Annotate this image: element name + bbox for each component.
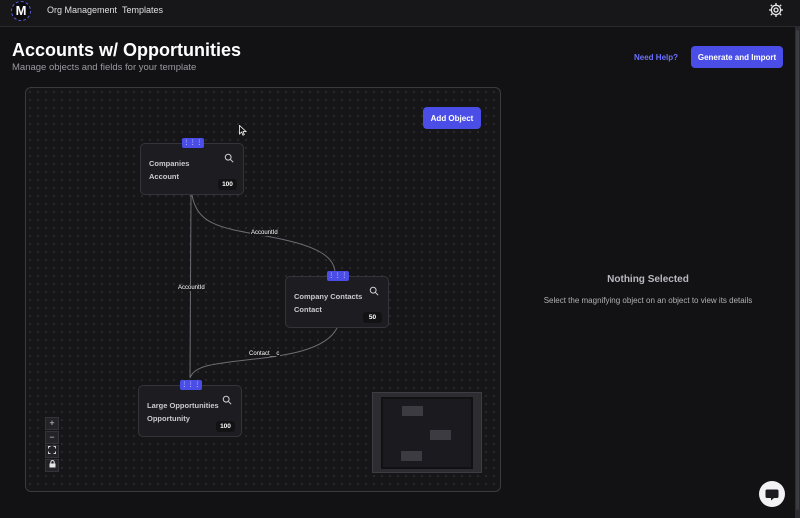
window-scrollbar-thumb[interactable] xyxy=(796,30,799,510)
node-api-name: Account xyxy=(149,172,179,181)
drag-handle-icon[interactable]: ⋮⋮⋮ xyxy=(182,138,204,148)
zoom-in-button[interactable]: + xyxy=(45,417,59,430)
schema-canvas[interactable]: AccountId AccountId Contact__c Add Objec… xyxy=(25,87,501,492)
minimap-node xyxy=(401,451,422,461)
details-empty-message: Select the magnifying object on an objec… xyxy=(543,296,753,305)
mouse-cursor-icon xyxy=(239,125,247,136)
chat-bubble-icon xyxy=(765,489,779,501)
object-node[interactable]: ⋮⋮⋮ Company Contacts Contact 50 xyxy=(285,271,389,328)
details-empty-title: Nothing Selected xyxy=(607,274,689,285)
record-count-badge: 50 xyxy=(363,312,382,323)
object-node[interactable]: ⋮⋮⋮ Large Opportunities Opportunity 100 xyxy=(138,380,242,437)
lock-icon xyxy=(49,460,55,468)
page-title: Accounts w/ Opportunities xyxy=(12,40,242,60)
app-logo[interactable]: M xyxy=(11,1,31,21)
need-help-link[interactable]: Need Help? xyxy=(634,53,678,62)
page-subtitle: Manage objects and fields for your templ… xyxy=(12,62,197,73)
record-count-badge: 100 xyxy=(216,421,235,432)
top-navbar: M Org Management Templates xyxy=(0,0,800,27)
drag-handle-icon[interactable]: ⋮⋮⋮ xyxy=(180,380,202,390)
chat-launcher-button[interactable] xyxy=(759,481,785,507)
node-api-name: Contact xyxy=(294,305,322,314)
minimap-viewport[interactable] xyxy=(381,397,473,469)
fit-view-icon xyxy=(48,446,56,454)
drag-handle-icon[interactable]: ⋮⋮⋮ xyxy=(327,271,349,281)
node-api-name: Opportunity xyxy=(147,414,190,423)
search-icon[interactable] xyxy=(222,395,232,405)
edge-label: AccountId xyxy=(250,230,279,236)
record-count-badge: 100 xyxy=(218,179,237,190)
gear-icon[interactable] xyxy=(768,2,784,18)
minimap-node xyxy=(430,430,451,440)
generate-import-button[interactable]: Generate and Import xyxy=(691,46,783,68)
add-object-button[interactable]: Add Object xyxy=(423,107,481,129)
minimap[interactable] xyxy=(372,392,482,473)
node-label: Companies xyxy=(149,159,190,168)
lock-button[interactable] xyxy=(45,459,59,472)
search-icon[interactable] xyxy=(224,153,234,163)
fit-view-button[interactable] xyxy=(45,445,59,458)
minimap-node xyxy=(402,406,423,416)
search-icon[interactable] xyxy=(369,286,379,296)
object-node[interactable]: ⋮⋮⋮ Companies Account 100 xyxy=(140,138,244,195)
zoom-out-button[interactable]: − xyxy=(45,431,59,444)
edge-label: AccountId xyxy=(177,285,206,291)
node-label: Large Opportunities xyxy=(147,401,219,410)
edge-label: Contact__c xyxy=(248,351,281,357)
node-label: Company Contacts xyxy=(294,292,363,301)
nav-org-management[interactable]: Org Management xyxy=(47,5,117,15)
nav-templates[interactable]: Templates xyxy=(122,5,163,15)
